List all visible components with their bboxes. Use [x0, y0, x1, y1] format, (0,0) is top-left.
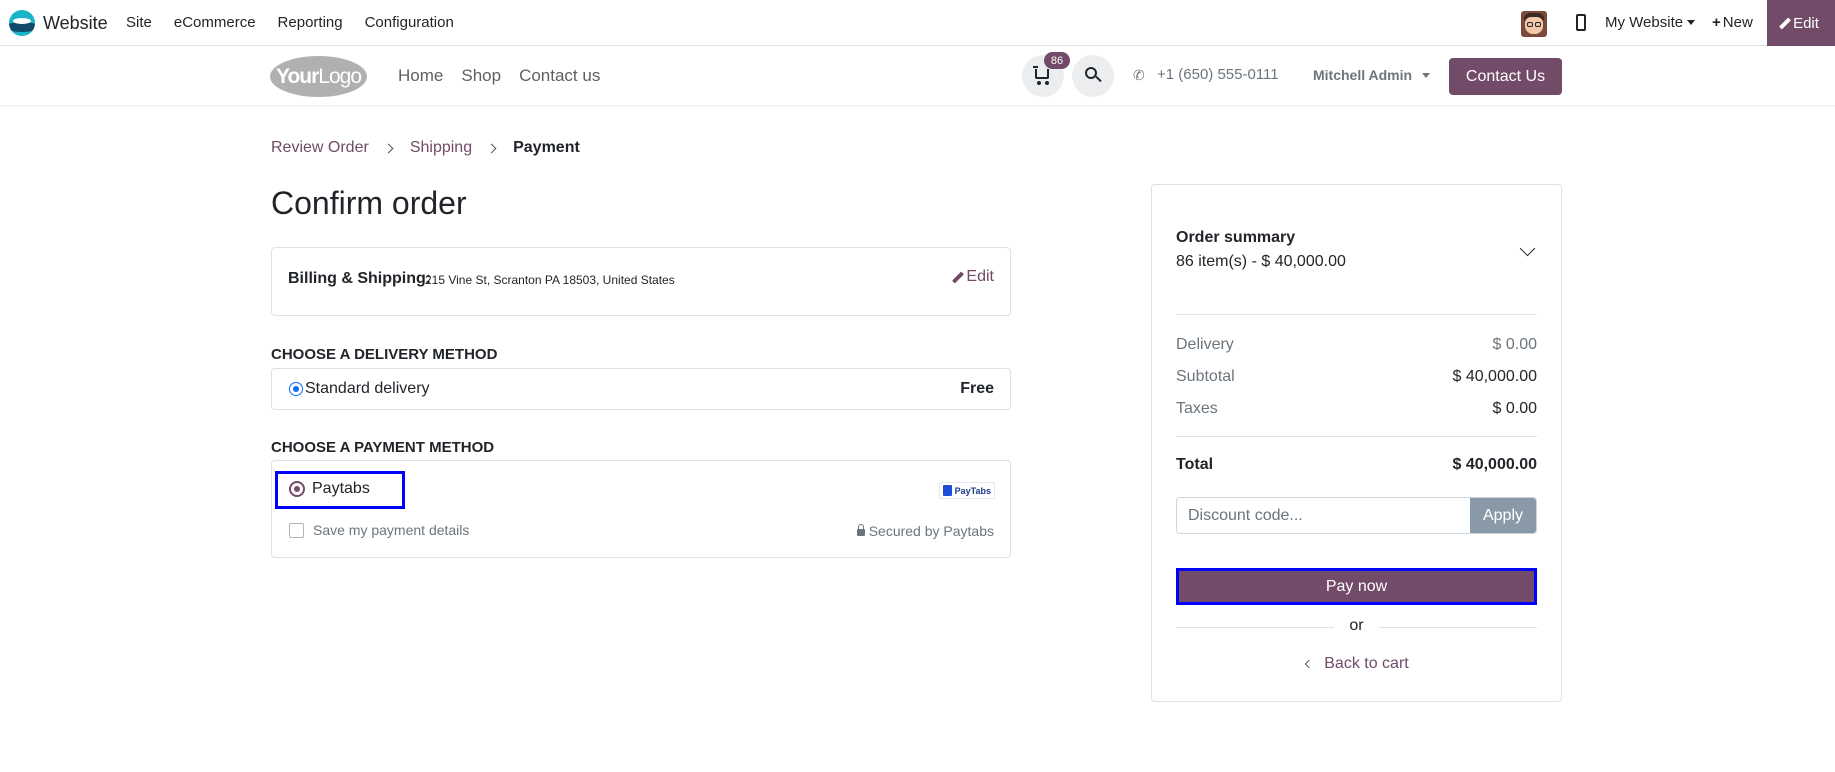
nav-home[interactable]: Home: [398, 66, 443, 86]
payment-heading: CHOOSE A PAYMENT METHOD: [271, 439, 495, 456]
nav-contact-us[interactable]: Contact us: [519, 66, 600, 86]
summary-value: $ 0.00: [1492, 336, 1537, 353]
edit-address-label: Edit: [966, 268, 994, 285]
summary-row-delivery: Delivery $ 0.00: [1176, 336, 1537, 354]
menu-item-ecommerce[interactable]: eCommerce: [174, 14, 256, 31]
menu-item-site[interactable]: Site: [126, 14, 152, 31]
delivery-method-option[interactable]: Standard delivery Free: [271, 368, 1011, 410]
search-button[interactable]: [1072, 55, 1114, 97]
summary-row-taxes: Taxes $ 0.00: [1176, 400, 1537, 418]
summary-label: Subtotal: [1176, 368, 1235, 385]
summary-row-total: Total $ 40,000.00: [1176, 456, 1537, 474]
caret-down-icon: [1687, 20, 1696, 25]
pay-now-button[interactable]: Pay now: [1176, 568, 1537, 605]
total-label: Total: [1176, 456, 1214, 473]
back-to-cart-link[interactable]: Back to cart: [1152, 655, 1563, 673]
order-summary-title: Order summary: [1176, 229, 1296, 246]
chevron-right-icon: [486, 143, 497, 153]
discount-form: Apply: [1176, 497, 1537, 534]
site-header: Your Logo Home Shop Contact us 86 ✆ +1 (6…: [0, 47, 1835, 106]
billing-address: 215 Vine St, Scranton PA 18503, United S…: [425, 273, 675, 287]
pencil-icon: [952, 270, 965, 284]
order-summary-card: Order summary 86 item(s) - $ 40,000.00 D…: [1151, 184, 1562, 702]
breadcrumb-review-order[interactable]: Review Order: [271, 139, 369, 157]
app-name: Website: [43, 12, 108, 33]
website-selector[interactable]: My Website: [1605, 14, 1696, 31]
save-payment-checkbox[interactable]: [289, 523, 304, 538]
secured-by-text: Secured by Paytabs: [868, 523, 994, 539]
billing-label: Billing & Shipping:: [288, 270, 432, 287]
lock-icon: [856, 524, 865, 536]
mobile-preview-icon[interactable]: [1576, 14, 1586, 31]
apply-discount-button[interactable]: Apply: [1470, 498, 1536, 533]
payment-provider-name[interactable]: Paytabs: [312, 480, 370, 498]
delivery-method-price: Free: [960, 380, 994, 397]
new-button[interactable]: + New: [1712, 14, 1753, 31]
secured-by-note: Secured by Paytabs: [856, 523, 994, 539]
billing-shipping-card: Billing & Shipping: 215 Vine St, Scranto…: [271, 247, 1011, 316]
menu-item-configuration[interactable]: Configuration: [365, 14, 454, 31]
new-button-label: New: [1722, 14, 1753, 31]
phone-icon: ✆: [1133, 66, 1145, 83]
phone-contact[interactable]: ✆ +1 (650) 555-0111: [1133, 66, 1279, 83]
or-label: or: [1349, 617, 1364, 634]
delivery-method-name: Standard delivery: [305, 380, 430, 397]
breadcrumb-shipping[interactable]: Shipping: [410, 139, 472, 157]
summary-value: $ 40,000.00: [1452, 368, 1537, 385]
or-separator: or: [1176, 617, 1537, 637]
total-value: $ 40,000.00: [1452, 456, 1537, 473]
paytabs-logo-text: PayTabs: [954, 485, 991, 496]
plus-icon: +: [1712, 14, 1721, 31]
paytabs-logo: PayTabs: [938, 482, 995, 499]
chevron-right-icon: [383, 143, 394, 153]
paytabs-mark-icon: [942, 485, 952, 496]
cart-icon: [1033, 66, 1049, 79]
divider: [1176, 314, 1537, 315]
delivery-radio[interactable]: [289, 382, 303, 396]
chevron-down-icon[interactable]: [1519, 240, 1536, 257]
summary-row-subtotal: Subtotal $ 40,000.00: [1176, 368, 1537, 386]
divider: [1176, 436, 1537, 437]
summary-value: $ 0.00: [1492, 400, 1537, 417]
back-to-cart-label: Back to cart: [1324, 655, 1409, 672]
cart-count-badge: 86: [1044, 52, 1070, 69]
contact-us-button[interactable]: Contact Us: [1449, 58, 1562, 95]
breadcrumb-payment: Payment: [513, 139, 580, 156]
edit-website-label: Edit: [1793, 14, 1819, 32]
chevron-left-icon: [1305, 659, 1314, 669]
admin-menu: Site eCommerce Reporting Configuration: [126, 14, 476, 31]
pencil-icon: [1779, 16, 1792, 30]
admin-navbar: Website Site eCommerce Reporting Configu…: [0, 0, 1835, 46]
paytabs-radio[interactable]: [289, 481, 305, 497]
checkout-breadcrumb: Review Order Shipping Payment: [271, 139, 580, 157]
user-menu[interactable]: Mitchell Admin: [1313, 67, 1431, 83]
user-name: Mitchell Admin: [1313, 67, 1413, 83]
summary-label: Taxes: [1176, 400, 1218, 417]
app-brand[interactable]: Website: [9, 10, 108, 36]
cart-button[interactable]: 86: [1022, 52, 1070, 97]
page-title: Confirm order: [271, 185, 467, 221]
save-payment-label[interactable]: Save my payment details: [313, 522, 469, 538]
nav-shop[interactable]: Shop: [461, 66, 501, 86]
logo-text-light: Logo: [318, 64, 362, 88]
delivery-heading: CHOOSE A DELIVERY METHOD: [271, 346, 498, 363]
website-app-icon: [9, 10, 35, 36]
site-logo[interactable]: Your Logo: [270, 56, 367, 97]
caret-down-icon: [1422, 72, 1431, 78]
discount-code-input[interactable]: [1177, 498, 1471, 533]
menu-item-reporting[interactable]: Reporting: [278, 14, 343, 31]
summary-label: Delivery: [1176, 336, 1234, 353]
logo-text-bold: Your: [276, 64, 319, 88]
website-selector-label: My Website: [1605, 14, 1684, 31]
edit-address-link[interactable]: Edit: [952, 268, 994, 286]
payment-method-card: Paytabs PayTabs Save my payment details …: [271, 460, 1011, 558]
order-item-count: 86 item(s) - $ 40,000.00: [1176, 253, 1346, 270]
user-avatar[interactable]: [1521, 11, 1547, 37]
site-nav: Home Shop Contact us: [398, 66, 618, 86]
edit-website-button[interactable]: Edit: [1767, 0, 1835, 46]
phone-number: +1 (650) 555-0111: [1157, 66, 1279, 83]
